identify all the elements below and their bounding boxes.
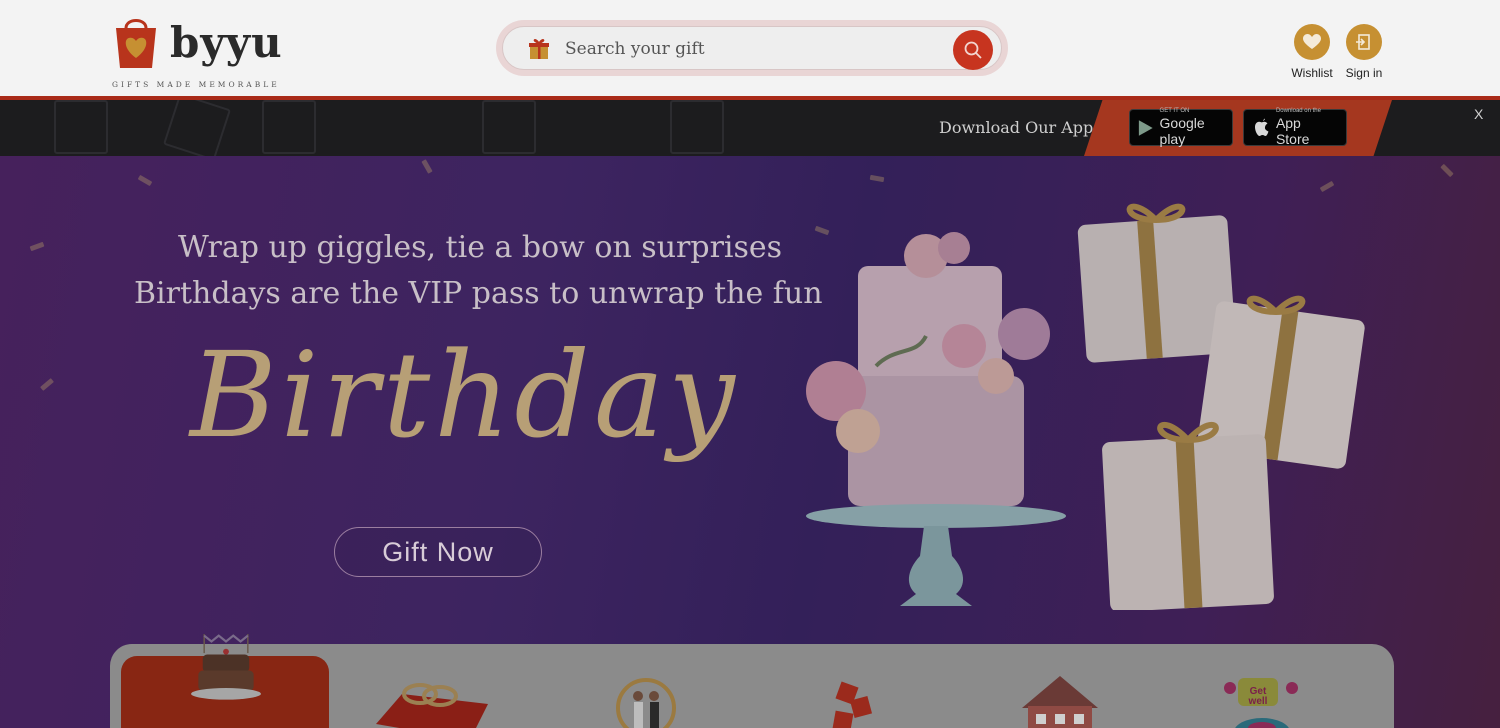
gift-icon	[529, 39, 549, 59]
search-icon	[964, 41, 982, 59]
gift-box-decor-icon	[482, 100, 536, 154]
signin-button[interactable]: Sign in	[1334, 24, 1394, 80]
app-store-button[interactable]: Download on the App Store	[1243, 108, 1347, 147]
confetti	[421, 159, 433, 174]
google-play-small: GET IT ON	[1159, 108, 1190, 114]
google-play-icon	[1138, 119, 1153, 136]
house-icon[interactable]	[1000, 672, 1120, 728]
gift-box-decor-icon	[162, 100, 232, 156]
signin-door-icon	[1356, 34, 1370, 50]
birthday-cake-illustration	[806, 232, 1066, 606]
couple-icon[interactable]	[586, 670, 706, 728]
app-store-text: Download on the App Store	[1276, 108, 1338, 147]
wishlist-button[interactable]: Wishlist	[1282, 24, 1342, 80]
app-store-big: App Store	[1275, 115, 1310, 147]
signin-label: Sign in	[1345, 66, 1383, 80]
site-logo[interactable]: byyu GIFTS MADE MEMORABLE	[108, 6, 282, 92]
gift-bag-logo-icon	[116, 19, 156, 68]
google-play-button[interactable]: GET IT ON Google play	[1129, 108, 1233, 147]
site-header: byyu GIFTS MADE MEMORABLE Search your gi…	[0, 0, 1500, 96]
get-well-icon[interactable]: Get well	[1206, 674, 1326, 728]
close-icon[interactable]: X	[1474, 106, 1483, 122]
gift-bouquet-icon[interactable]	[794, 672, 914, 728]
search-field-wrapper	[502, 26, 1002, 70]
search-button[interactable]	[953, 30, 993, 70]
wishlist-label: Wishlist	[1291, 66, 1333, 80]
category-strip: Get well	[110, 634, 1394, 728]
confetti	[1440, 163, 1454, 178]
app-banner-text: Download Our App	[939, 118, 1094, 137]
confetti	[29, 241, 45, 252]
logo-tagline: GIFTS MADE MEMORABLE	[112, 80, 280, 89]
wedding-rings-icon[interactable]	[372, 664, 492, 728]
gift-now-button[interactable]: Gift Now	[334, 527, 542, 577]
svg-text:well: well	[1248, 696, 1268, 707]
confetti	[40, 378, 54, 391]
confetti	[137, 174, 153, 187]
search-input[interactable]	[565, 35, 945, 63]
heart-icon	[1303, 34, 1321, 49]
hero-tagline-line1: Wrap up giggles, tie a bow on surprises	[178, 230, 783, 265]
apple-icon	[1254, 118, 1269, 136]
app-download-banner: Download Our App GET IT ON Google play D…	[0, 96, 1500, 156]
confetti	[869, 174, 885, 183]
gift-boxes-illustration	[1077, 203, 1365, 610]
hero-title: Birthday	[190, 326, 739, 464]
gift-box-decor-icon	[670, 100, 724, 154]
google-play-text: GET IT ON Google play	[1160, 108, 1224, 147]
birthday-cake-icon[interactable]	[166, 624, 286, 704]
search-bar	[496, 20, 1008, 76]
app-store-small: Download on the	[1275, 108, 1321, 114]
logo-wordmark: byyu	[170, 18, 283, 67]
google-play-big: Google play	[1159, 115, 1205, 147]
signin-circle	[1346, 24, 1382, 60]
hero-tagline-line2: Birthdays are the VIP pass to unwrap the…	[134, 276, 823, 311]
gift-box-decor-icon	[262, 100, 316, 154]
wishlist-circle	[1294, 24, 1330, 60]
gift-box-decor-icon	[54, 100, 108, 154]
